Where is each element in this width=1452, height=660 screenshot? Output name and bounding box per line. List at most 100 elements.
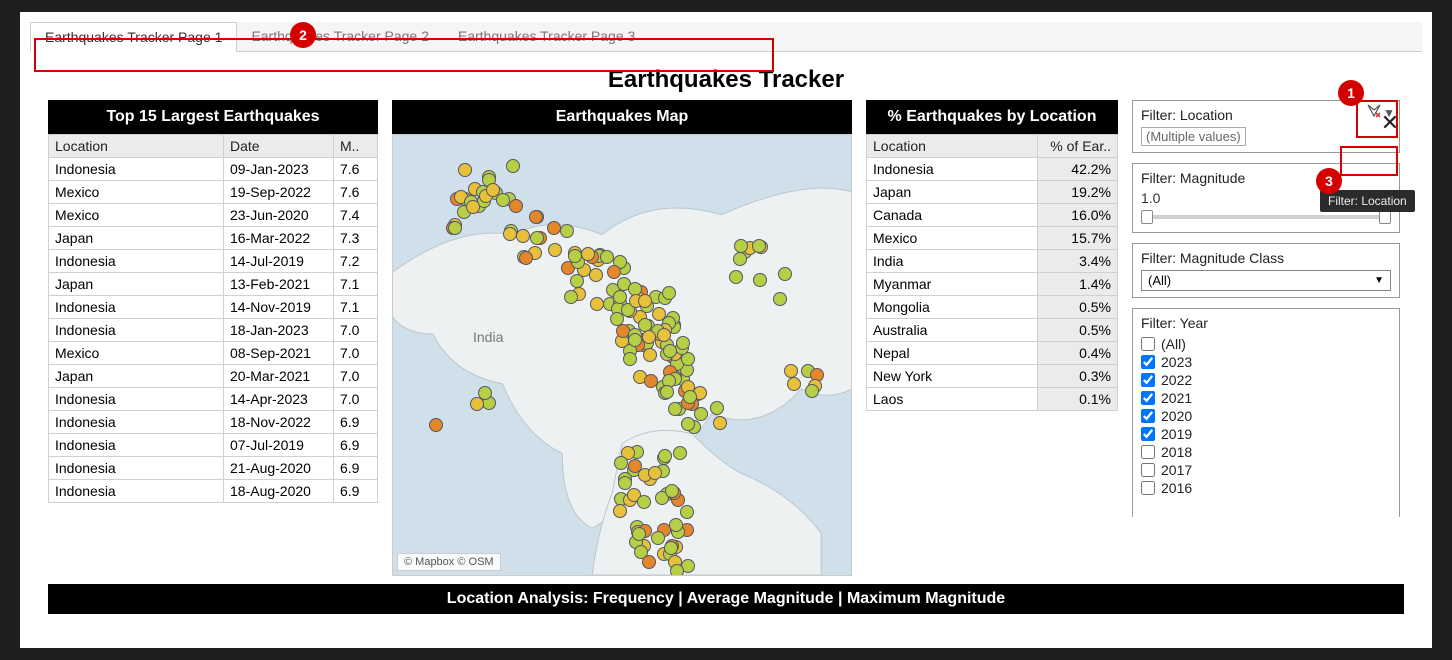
quake-dot[interactable] (752, 239, 766, 253)
quake-dot[interactable] (448, 221, 462, 235)
table-row[interactable]: Japan20-Mar-20217.0 (49, 365, 378, 388)
quake-dot[interactable] (570, 274, 584, 288)
table-row[interactable]: Indonesia14-Jul-20197.2 (49, 250, 378, 273)
tab-page-1[interactable]: Earthquakes Tracker Page 1 (30, 22, 237, 52)
quake-dot[interactable] (753, 273, 767, 287)
table-row[interactable]: Mongolia0.5% (867, 296, 1118, 319)
table-row[interactable]: Japan13-Feb-20217.1 (49, 273, 378, 296)
top15-title: Top 15 Largest Earthquakes (48, 100, 378, 134)
quake-dot[interactable] (664, 541, 678, 555)
quake-dot[interactable] (564, 290, 578, 304)
table-row[interactable]: Indonesia18-Jan-20237.0 (49, 319, 378, 342)
year-option[interactable]: 2023 (1141, 353, 1391, 371)
year-checkbox[interactable] (1141, 355, 1155, 369)
filter-dropdown-icon[interactable]: ▼ (1383, 106, 1395, 120)
table-row[interactable]: Indonesia14-Nov-20197.1 (49, 296, 378, 319)
table-row[interactable]: Indonesia18-Nov-20226.9 (49, 411, 378, 434)
year-checkbox[interactable] (1141, 463, 1155, 477)
quake-dot[interactable] (638, 294, 652, 308)
year-checkbox[interactable] (1141, 391, 1155, 405)
quake-dot[interactable] (614, 456, 628, 470)
quake-dot[interactable] (683, 390, 697, 404)
quake-dot[interactable] (729, 270, 743, 284)
table-row[interactable]: Mexico19-Sep-20227.6 (49, 181, 378, 204)
table-row[interactable]: Laos0.1% (867, 388, 1118, 411)
quake-dot[interactable] (710, 401, 724, 415)
quake-dot[interactable] (778, 267, 792, 281)
tab-page-2[interactable]: Earthquakes Tracker Page 2 (237, 22, 443, 51)
tab-page-3[interactable]: Earthquakes Tracker Page 3 (444, 22, 650, 51)
quake-dot[interactable] (642, 555, 656, 569)
quake-dot[interactable] (466, 200, 480, 214)
clear-filter-icon[interactable] (1367, 104, 1381, 121)
quake-dot[interactable] (613, 290, 627, 304)
quake-dot[interactable] (632, 527, 646, 541)
table-row[interactable]: India3.4% (867, 250, 1118, 273)
year-checkbox[interactable] (1141, 481, 1155, 495)
slider-thumb-min[interactable] (1141, 210, 1153, 224)
table-row[interactable]: New York0.3% (867, 365, 1118, 388)
top15-header-mag[interactable]: M.. (334, 135, 378, 158)
filter-location-card: Filter: Location (Multiple values) ▼ (1132, 100, 1400, 153)
year-option[interactable]: 2017 (1141, 461, 1391, 479)
table-row[interactable]: Indonesia42.2% (867, 158, 1118, 181)
year-option[interactable]: 2020 (1141, 407, 1391, 425)
pct-header-value[interactable]: % of Ear.. (1038, 135, 1118, 158)
table-row[interactable]: Myanmar1.4% (867, 273, 1118, 296)
table-row[interactable]: Mexico15.7% (867, 227, 1118, 250)
quake-dot[interactable] (503, 227, 517, 241)
year-option[interactable]: 2018 (1141, 443, 1391, 461)
quake-dot[interactable] (589, 268, 603, 282)
quake-dot[interactable] (676, 336, 690, 350)
quake-dot[interactable] (568, 249, 582, 263)
year-option[interactable]: 2019 (1141, 425, 1391, 443)
quake-dot[interactable] (660, 385, 674, 399)
year-checkbox[interactable] (1141, 373, 1155, 387)
table-row[interactable]: Canada16.0% (867, 204, 1118, 227)
filter-location-value[interactable]: (Multiple values) (1141, 127, 1246, 146)
quake-dot[interactable] (429, 418, 443, 432)
year-checkbox[interactable] (1141, 337, 1155, 351)
quake-dot[interactable] (681, 417, 695, 431)
table-row[interactable]: Japan16-Mar-20227.3 (49, 227, 378, 250)
table-row[interactable]: Indonesia21-Aug-20206.9 (49, 457, 378, 480)
earthquakes-map[interactable]: India © Mapbox © OSM (392, 134, 852, 576)
year-checkbox[interactable] (1141, 445, 1155, 459)
table-row[interactable]: Mexico08-Sep-20217.0 (49, 342, 378, 365)
slider-thumb-max[interactable] (1379, 210, 1391, 224)
filter-magclass-select[interactable]: (All) ▼ (1141, 270, 1391, 291)
quake-dot[interactable] (670, 564, 684, 576)
quake-dot[interactable] (805, 384, 819, 398)
quake-dot[interactable] (581, 247, 595, 261)
year-option[interactable]: 2021 (1141, 389, 1391, 407)
quake-dot[interactable] (642, 330, 656, 344)
top15-header-date[interactable]: Date (224, 135, 334, 158)
pct-header-location[interactable]: Location (867, 135, 1038, 158)
year-option[interactable]: 2022 (1141, 371, 1391, 389)
table-row[interactable]: Indonesia18-Aug-20206.9 (49, 480, 378, 503)
table-row[interactable]: Mexico23-Jun-20207.4 (49, 204, 378, 227)
table-row[interactable]: Nepal0.4% (867, 342, 1118, 365)
quake-dot[interactable] (613, 504, 627, 518)
table-row[interactable]: Indonesia14-Apr-20237.0 (49, 388, 378, 411)
quake-dot[interactable] (734, 239, 748, 253)
quake-dot[interactable] (673, 446, 687, 460)
tab-bar: Earthquakes Tracker Page 1 Earthquakes T… (30, 22, 1422, 52)
top15-header-location[interactable]: Location (49, 135, 224, 158)
table-row[interactable]: Indonesia09-Jan-20237.6 (49, 158, 378, 181)
quake-dot[interactable] (657, 328, 671, 342)
quake-dot[interactable] (478, 386, 492, 400)
table-row[interactable]: Indonesia07-Jul-20196.9 (49, 434, 378, 457)
year-option[interactable]: 2016 (1141, 479, 1391, 497)
quake-dot[interactable] (610, 312, 624, 326)
quake-dot[interactable] (713, 416, 727, 430)
quake-dot[interactable] (680, 505, 694, 519)
year-option[interactable]: (All) (1141, 335, 1391, 353)
table-row[interactable]: Australia0.5% (867, 319, 1118, 342)
year-checkbox[interactable] (1141, 409, 1155, 423)
quake-dot[interactable] (506, 159, 520, 173)
year-checkbox[interactable] (1141, 427, 1155, 441)
quake-dot[interactable] (669, 518, 683, 532)
table-row[interactable]: Japan19.2% (867, 181, 1118, 204)
quake-dot[interactable] (516, 229, 530, 243)
